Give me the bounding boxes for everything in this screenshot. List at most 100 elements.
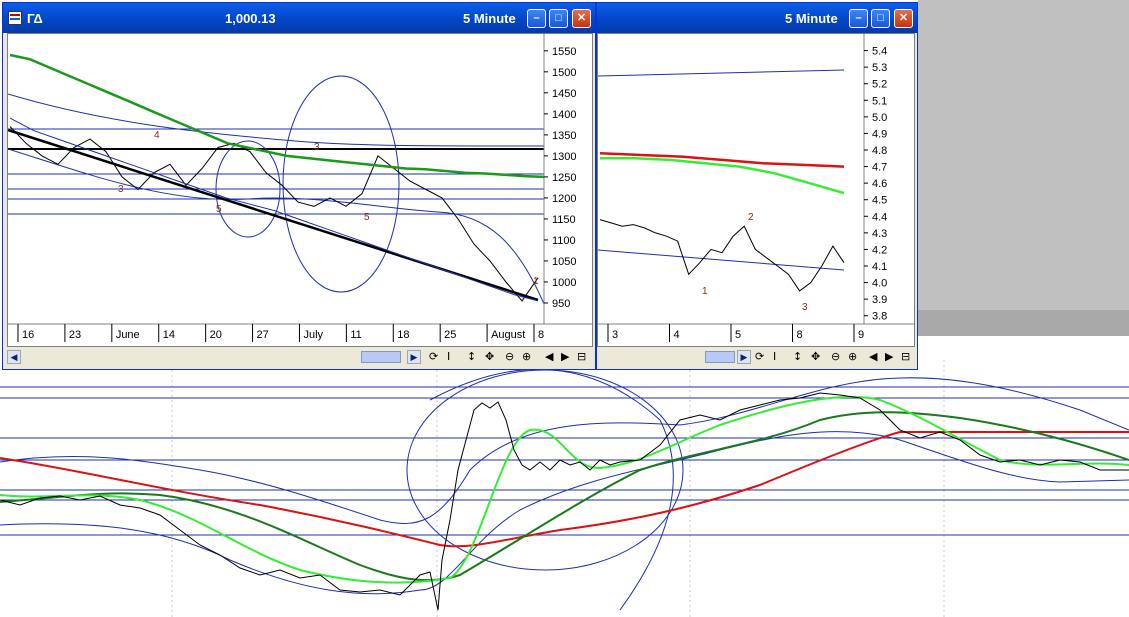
- wave-label: 3: [314, 142, 320, 153]
- series-line-2: [9, 53, 545, 179]
- forward-icon-right[interactable]: ▶: [885, 350, 893, 363]
- y-tick-label: 1550: [552, 46, 576, 58]
- title-bar-left[interactable]: ΓΔ 1,000.13 5 Minute – □ ✕: [3, 3, 595, 33]
- close-button[interactable]: ✕: [572, 9, 591, 28]
- minimize-button-right[interactable]: –: [849, 9, 868, 28]
- y-tick-label: 4.8: [872, 145, 887, 157]
- close-button-right[interactable]: ✕: [894, 9, 913, 28]
- wave-label: 2: [748, 212, 754, 223]
- y-tick-label: 1250: [552, 172, 576, 184]
- y-tick-label: 4.9: [872, 128, 887, 140]
- x-tick-label: 8: [797, 329, 803, 341]
- x-tick-label: 27: [257, 329, 269, 341]
- x-tick-label: 5: [735, 329, 741, 341]
- chart-left-svg: 950 1000 1050 1100 1150 1200 1250 1300 1350 1400 1…: [7, 34, 592, 346]
- wave-label: 5: [364, 212, 370, 223]
- chart-right-svg: 3.8 3.9 4.0 4.1 4.2 4.3 4.4 4.5 4.6 4.7 4.8 4.9 5.0 5…: [597, 34, 914, 346]
- window-interval-right: 5 Minute: [785, 11, 838, 26]
- x-tick-label: 9: [858, 329, 864, 341]
- series-line-2: [600, 157, 845, 195]
- y-tick-label: 5.4: [872, 46, 887, 58]
- zoom-out-icon-right[interactable]: ⊖: [831, 350, 840, 363]
- options-icon[interactable]: ⊟: [577, 350, 586, 363]
- chart-window-right[interactable]: 5 Minute – □ ✕ 3.8 3.9 4.0 4.1 4.2 4.3 4.4 4.5 4…: [596, 2, 918, 370]
- zoom-in-icon[interactable]: ⊕: [522, 350, 531, 363]
- reference-line: [597, 69, 845, 77]
- y-tick-label: 1450: [552, 88, 576, 100]
- zoom-out-icon[interactable]: ⊖: [505, 350, 514, 363]
- y-tick-label: 5.3: [872, 62, 887, 74]
- y-tick-label: 4.5: [872, 195, 887, 207]
- app-chart-icon: [8, 11, 22, 25]
- x-tick-label: 4: [674, 329, 680, 341]
- background-red-average: [0, 431, 1129, 548]
- chart-window-left[interactable]: ΓΔ 1,000.13 5 Minute – □ ✕ 950 1000 1050 11…: [2, 2, 596, 370]
- cursor-icon-right[interactable]: I: [773, 350, 776, 363]
- maximize-button[interactable]: □: [549, 9, 568, 28]
- maximize-button-right[interactable]: □: [871, 9, 890, 28]
- background-price-line: [0, 392, 1129, 611]
- refresh-icon-right[interactable]: ⟳: [755, 350, 764, 363]
- wave-label: 1: [533, 276, 539, 287]
- background-upper-band: [0, 377, 1129, 524]
- y-tick-label: 3.9: [872, 294, 887, 306]
- y-tick-label: 1000: [552, 277, 576, 289]
- plot-area-right[interactable]: 3.8 3.9 4.0 4.1 4.2 4.3 4.4 4.5 4.6 4.7 4.8 4.9 5.0 5…: [597, 33, 915, 347]
- minimize-button[interactable]: –: [527, 9, 546, 28]
- x-tick-label: 20: [210, 329, 222, 341]
- wave-label: 3: [118, 184, 124, 195]
- series-line-1: [599, 219, 845, 292]
- x-tick-label: 8: [538, 329, 544, 341]
- scroll-toolbar-right: ▶ ⟳ I ↕ ✥ ⊖ ⊕ ◀ ▶ ⊟: [597, 350, 915, 364]
- scroll-right-button[interactable]: ▶: [407, 350, 421, 364]
- move-icon[interactable]: ✥: [485, 350, 494, 363]
- y-tick-label: 4.0: [872, 278, 887, 290]
- cursor-icon[interactable]: I: [447, 350, 450, 363]
- back-icon[interactable]: ◀: [545, 350, 553, 363]
- x-tick-label: 16: [22, 329, 34, 341]
- x-tick-label: 25: [444, 329, 456, 341]
- y-tick-label: 4.4: [872, 211, 887, 223]
- scale-vertical-icon-right[interactable]: ↕: [793, 350, 802, 363]
- zoom-in-icon-right[interactable]: ⊕: [848, 350, 857, 363]
- window-value: 1,000.13: [225, 11, 276, 26]
- y-tick-label: 950: [552, 298, 570, 310]
- scroll-right-button-right[interactable]: ▶: [737, 350, 751, 364]
- y-tick-label: 4.3: [872, 228, 887, 240]
- forward-icon[interactable]: ▶: [561, 350, 569, 363]
- plot-area-left[interactable]: 950 1000 1050 1100 1150 1200 1250 1300 1350 1400 1…: [7, 33, 593, 347]
- y-tick-label: 1200: [552, 193, 576, 205]
- reference-line: [597, 249, 845, 271]
- x-tick-label: August: [491, 329, 525, 341]
- window-symbol: ΓΔ: [27, 11, 43, 26]
- x-tick-label: July: [303, 329, 323, 341]
- y-tick-label: 1050: [552, 256, 576, 268]
- wave-label: 4: [154, 130, 160, 141]
- window-interval: 5 Minute: [463, 11, 516, 26]
- x-tick-label: 18: [397, 329, 409, 341]
- desktop-panel: [918, 0, 1129, 310]
- scroll-thumb[interactable]: [361, 351, 401, 363]
- refresh-icon[interactable]: ⟳: [429, 350, 438, 363]
- y-tick-label: 5.1: [872, 95, 887, 107]
- y-tick-label: 3.8: [872, 311, 887, 323]
- back-icon-right[interactable]: ◀: [869, 350, 877, 363]
- scroll-left-button[interactable]: ◀: [7, 350, 21, 364]
- scroll-thumb-right[interactable]: [705, 351, 735, 363]
- y-tick-label: 1350: [552, 130, 576, 142]
- title-bar-right[interactable]: 5 Minute – □ ✕: [597, 3, 917, 33]
- scale-vertical-icon[interactable]: ↕: [467, 350, 476, 363]
- x-tick-label: 14: [163, 329, 175, 341]
- scroll-toolbar-left: ◀ ▶ ⟳ I ↕ ✥ ⊖ ⊕ ◀ ▶ ⊟: [7, 350, 593, 364]
- options-icon-right[interactable]: ⊟: [901, 350, 910, 363]
- y-tick-label: 4.1: [872, 261, 887, 273]
- desktop-strip: [918, 310, 1129, 336]
- wave-label: 3: [802, 302, 808, 313]
- y-tick-label: 4.6: [872, 178, 887, 190]
- y-tick-label: 4.2: [872, 244, 887, 256]
- y-tick-label: 1300: [552, 151, 576, 163]
- x-tick-label: 23: [69, 329, 81, 341]
- y-tick-label: 1100: [552, 235, 576, 247]
- wave-label: 5: [216, 204, 222, 215]
- move-icon-right[interactable]: ✥: [811, 350, 820, 363]
